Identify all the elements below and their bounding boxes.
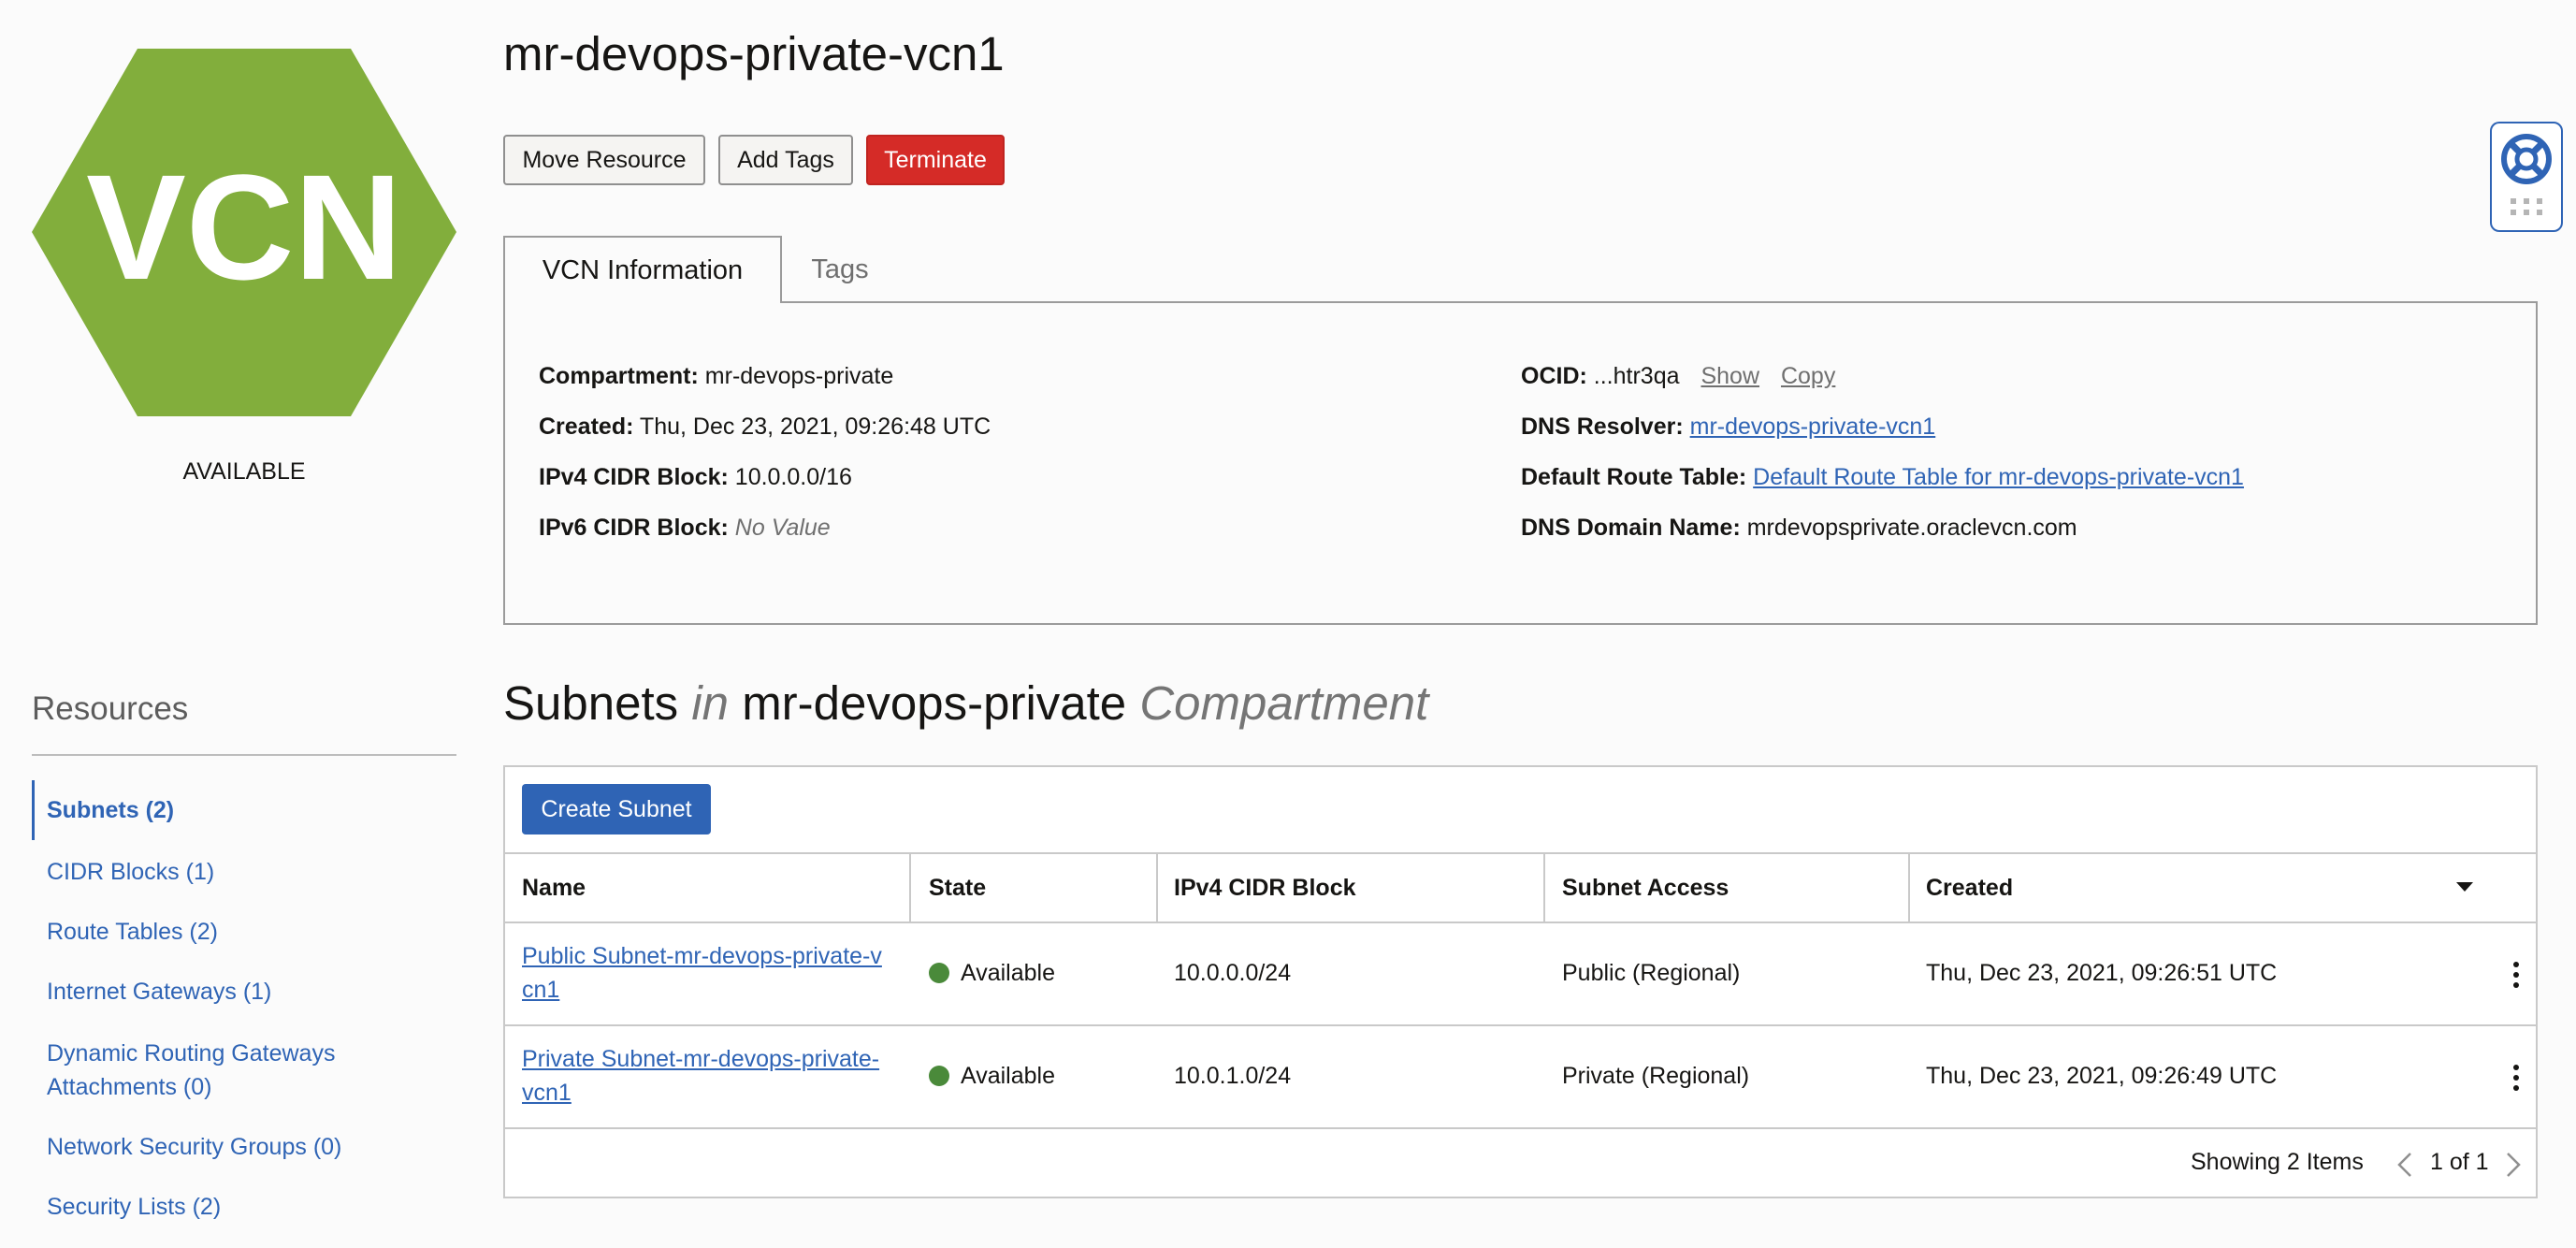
terminate-button[interactable]: Terminate	[866, 135, 1005, 185]
column-header-subnet-access[interactable]: Subnet Access	[1562, 853, 1729, 922]
vcn-badge-icon: VCN	[32, 49, 456, 416]
ipv4-cidr-field: IPv4 CIDR Block: 10.0.0.0/16	[539, 464, 852, 490]
vcn-information-panel: Compartment: mr-devops-private Created: …	[503, 301, 2538, 625]
subnet-state: Available	[929, 1057, 1055, 1095]
sidebar-item-route-tables[interactable]: Route Tables (2)	[47, 915, 440, 949]
table-divider	[503, 1024, 2538, 1026]
dns-resolver-field: DNS Resolver: mr-devops-private-vcn1	[1521, 414, 1936, 440]
subnet-cidr: 10.0.0.0/24	[1174, 959, 1292, 986]
tab-vcn-information[interactable]: VCN Information	[503, 236, 782, 303]
subnet-name-link[interactable]: Private Subnet-mr-devops-private-vcn1	[522, 1046, 879, 1106]
move-resource-button[interactable]: Move Resource	[503, 135, 705, 185]
default-route-table-link[interactable]: Default Route Table for mr-devops-privat…	[1753, 464, 2244, 490]
add-tags-button[interactable]: Add Tags	[718, 135, 853, 185]
subnets-heading: Subnets in mr-devops-private Compartment	[503, 676, 1429, 730]
column-divider	[1543, 853, 1545, 922]
page-indicator: 1 of 1	[2430, 1149, 2489, 1175]
column-header-created[interactable]: Created	[1926, 853, 2013, 922]
lifebuoy-icon	[2501, 134, 2552, 215]
table-row: Private Subnet-mr-devops-private-vcn1	[522, 1042, 896, 1110]
status-available-icon	[929, 1066, 949, 1086]
page-title: mr-devops-private-vcn1	[503, 27, 1005, 80]
ocid-show-link[interactable]: Show	[1700, 363, 1759, 389]
table-divider	[503, 921, 2538, 923]
sidebar-item-drg-attachments[interactable]: Dynamic Routing Gateways Attachments (0)	[47, 1037, 365, 1104]
subnet-state: Available	[929, 954, 1055, 992]
column-divider	[1156, 853, 1158, 922]
subnet-cidr: 10.0.1.0/24	[1174, 1062, 1292, 1089]
subnet-created: Thu, Dec 23, 2021, 09:26:49 UTC	[1926, 1062, 2278, 1089]
chevron-left-icon[interactable]	[2396, 1151, 2413, 1179]
subnet-name-link[interactable]: Public Subnet-mr-devops-private-v cn1	[522, 943, 882, 1003]
sidebar-item-security-lists[interactable]: Security Lists (2)	[47, 1190, 440, 1224]
lifecycle-status: AVAILABLE	[182, 458, 306, 485]
table-row: Public Subnet-mr-devops-private-v cn1	[522, 939, 896, 1007]
created-field: Created: Thu, Dec 23, 2021, 09:26:48 UTC	[539, 414, 991, 440]
subnet-access: Private (Regional)	[1562, 1062, 1750, 1089]
chevron-right-icon[interactable]	[2505, 1151, 2522, 1179]
resources-divider	[32, 754, 456, 756]
row-actions-kebab-icon[interactable]	[2505, 1065, 2527, 1091]
status-available-icon	[929, 963, 949, 983]
vcn-badge-text: VCN	[86, 143, 402, 311]
sidebar-item-cidr-blocks[interactable]: CIDR Blocks (1)	[47, 855, 440, 889]
dns-domain-field: DNS Domain Name: mrdevopsprivate.oraclev…	[1521, 515, 2077, 541]
subnet-created: Thu, Dec 23, 2021, 09:26:51 UTC	[1926, 959, 2278, 986]
table-divider	[503, 852, 2538, 854]
column-header-ipv4-cidr[interactable]: IPv4 CIDR Block	[1174, 853, 1356, 922]
tab-tags[interactable]: Tags	[782, 236, 898, 303]
items-count: Showing 2 Items	[2191, 1149, 2364, 1175]
ipv6-cidr-field: IPv6 CIDR Block: No Value	[539, 515, 831, 541]
resources-heading: Resources	[32, 690, 189, 727]
row-actions-kebab-icon[interactable]	[2505, 962, 2527, 988]
sidebar-item-internet-gateways[interactable]: Internet Gateways (1)	[47, 975, 440, 1009]
column-divider	[909, 853, 911, 922]
resources-selection-indicator	[32, 780, 35, 840]
ocid-copy-link[interactable]: Copy	[1781, 363, 1835, 389]
table-divider	[503, 1127, 2538, 1129]
sort-caret-down-icon[interactable]	[2454, 880, 2475, 893]
help-widget[interactable]	[2490, 122, 2563, 232]
column-divider	[1908, 853, 1910, 922]
sidebar-item-subnets[interactable]: Subnets (2)	[47, 793, 440, 827]
column-header-name[interactable]: Name	[522, 853, 586, 922]
ocid-field: OCID: ...htr3qa Show Copy	[1521, 363, 1836, 389]
compartment-field: Compartment: mr-devops-private	[539, 363, 894, 389]
create-subnet-button[interactable]: Create Subnet	[522, 784, 711, 834]
subnet-access: Public (Regional)	[1562, 959, 1741, 986]
sidebar-item-network-security-groups[interactable]: Network Security Groups (0)	[47, 1130, 440, 1164]
default-route-table-field: Default Route Table: Default Route Table…	[1521, 464, 2244, 490]
column-header-state[interactable]: State	[929, 853, 986, 922]
dns-resolver-link[interactable]: mr-devops-private-vcn1	[1690, 414, 1936, 440]
